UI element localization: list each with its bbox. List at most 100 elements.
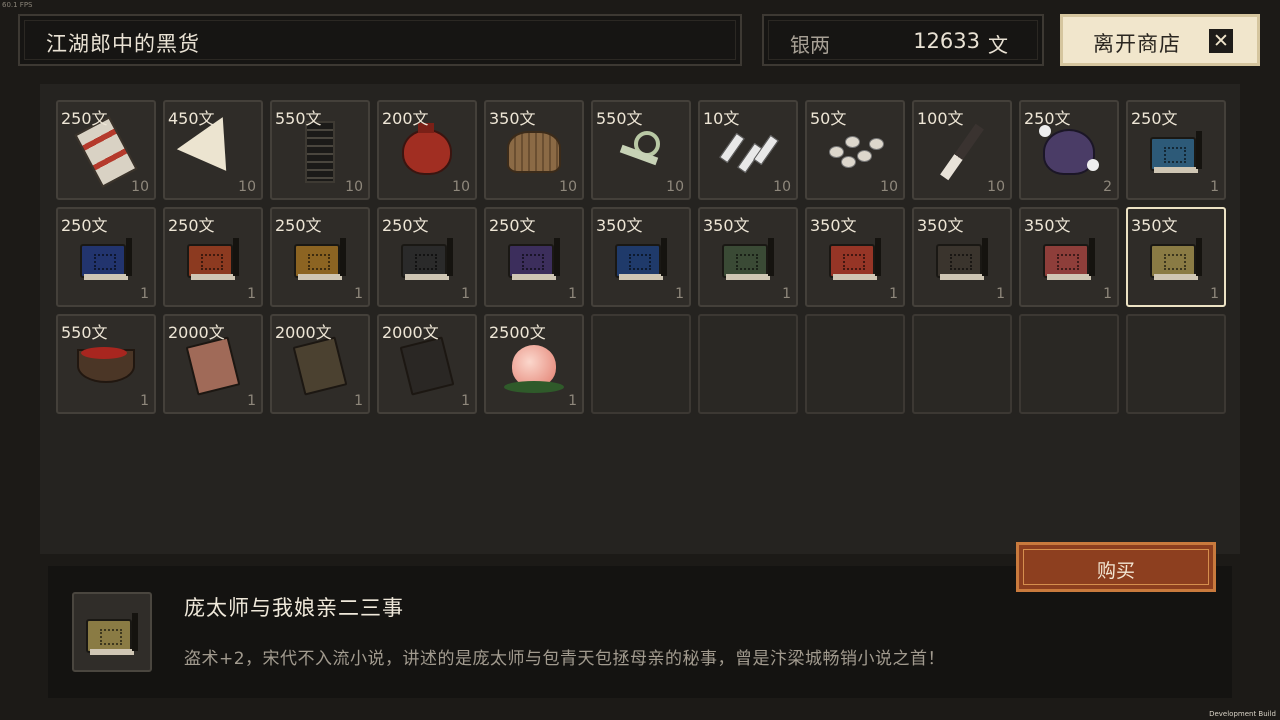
dev-build-label: Development Build <box>1209 710 1276 718</box>
item-slot[interactable]: 250文 1 <box>270 207 370 307</box>
buy-button[interactable]: 购买 <box>1016 542 1216 592</box>
book-icon <box>187 237 239 280</box>
item-price: 200文 <box>382 109 429 128</box>
item-slot[interactable]: 100文 10 <box>912 100 1012 200</box>
item-price: 350文 <box>1024 216 1071 235</box>
item-slot[interactable]: 550文 10 <box>270 100 370 200</box>
peach-icon <box>504 344 564 393</box>
item-slot[interactable]: 2000文 1 <box>270 314 370 414</box>
item-quantity: 1 <box>1210 286 1219 302</box>
shop-title: 江湖郎中的黑货 <box>46 32 200 56</box>
item-slot[interactable]: 250文 1 <box>1126 100 1226 200</box>
item-slot[interactable]: 200文 10 <box>377 100 477 200</box>
item-price: 250文 <box>61 216 108 235</box>
item-slot[interactable]: 2000文 1 <box>377 314 477 414</box>
detail-item-description: 盗术+2，宋代不入流小说，讲述的是庞太师与包青天包拯母亲的秘事，曾是汴梁城畅销小… <box>184 649 946 669</box>
item-slot[interactable]: 250文 1 <box>377 207 477 307</box>
item-quantity: 10 <box>559 179 577 195</box>
item-price: 250文 <box>489 216 536 235</box>
book-icon <box>1150 237 1202 280</box>
bowl-icon <box>77 346 135 383</box>
item-quantity: 1 <box>1210 179 1219 195</box>
empty-slot <box>805 314 905 414</box>
shop-title-bar: 江湖郎中的黑货 <box>18 14 742 66</box>
item-quantity: 1 <box>461 286 470 302</box>
item-price: 250文 <box>1131 109 1178 128</box>
detail-item-icon-box <box>72 592 152 672</box>
item-quantity: 10 <box>987 179 1005 195</box>
whip-icon <box>616 127 666 177</box>
pebbles-icon <box>827 134 884 170</box>
silver-display: 银两 12633 文 <box>762 14 1044 66</box>
item-price: 250文 <box>1024 109 1071 128</box>
item-quantity: 1 <box>247 393 256 409</box>
item-slot[interactable]: 550文 1 <box>56 314 156 414</box>
item-slot[interactable]: 350文 10 <box>484 100 584 200</box>
item-price: 100文 <box>917 109 964 128</box>
item-price: 350文 <box>917 216 964 235</box>
item-price: 550文 <box>61 323 108 342</box>
book-icon <box>1043 237 1095 280</box>
item-price: 2000文 <box>275 323 332 342</box>
item-price: 250文 <box>168 216 215 235</box>
item-quantity: 1 <box>354 286 363 302</box>
basket-icon <box>507 130 561 173</box>
item-price: 250文 <box>275 216 322 235</box>
item-slot[interactable]: 250文 10 <box>56 100 156 200</box>
item-quantity: 1 <box>247 286 256 302</box>
item-slot[interactable]: 250文 2 <box>1019 100 1119 200</box>
item-price: 250文 <box>382 216 429 235</box>
close-icon[interactable]: ✕ <box>1209 29 1233 53</box>
book-icon <box>401 237 453 280</box>
item-slot[interactable]: 2500文 1 <box>484 314 584 414</box>
item-quantity: 1 <box>140 286 149 302</box>
item-price: 350文 <box>810 216 857 235</box>
item-quantity: 1 <box>568 393 577 409</box>
item-quantity: 10 <box>666 179 684 195</box>
item-slot[interactable]: 250文 1 <box>484 207 584 307</box>
item-price: 350文 <box>489 109 536 128</box>
item-slot[interactable]: 350文 1 <box>698 207 798 307</box>
item-quantity: 10 <box>238 179 256 195</box>
item-price: 550文 <box>275 109 322 128</box>
item-quantity: 1 <box>568 286 577 302</box>
silver-amount: 12633 <box>913 29 980 53</box>
item-quantity: 10 <box>773 179 791 195</box>
silver-unit: 文 <box>988 33 1008 57</box>
item-slot[interactable]: 550文 10 <box>591 100 691 200</box>
item-slot[interactable]: 350文 1 <box>1126 207 1226 307</box>
item-slot[interactable]: 350文 1 <box>912 207 1012 307</box>
item-slot[interactable]: 50文 10 <box>805 100 905 200</box>
pouch-icon <box>402 122 452 175</box>
item-price: 350文 <box>596 216 643 235</box>
leave-shop-label: 离开商店 <box>1093 32 1181 56</box>
item-quantity: 10 <box>345 179 363 195</box>
silver-label: 银两 <box>790 33 830 57</box>
item-slot[interactable]: 350文 1 <box>805 207 905 307</box>
book-icon <box>829 237 881 280</box>
item-price: 2000文 <box>168 323 225 342</box>
leave-shop-button[interactable]: 离开商店 ✕ <box>1060 14 1260 66</box>
item-slot[interactable]: 350文 1 <box>591 207 691 307</box>
item-slot[interactable]: 10文 10 <box>698 100 798 200</box>
empty-slot <box>912 314 1012 414</box>
item-price: 2000文 <box>382 323 439 342</box>
item-price: 550文 <box>596 109 643 128</box>
item-price: 50文 <box>810 109 847 128</box>
empty-slot <box>1019 314 1119 414</box>
book-icon <box>936 237 988 280</box>
item-grid-panel: 250文 10 450文 10 550文 10 200文 10 350文 10 550文 10 10文 1… <box>40 84 1240 554</box>
item-quantity: 1 <box>140 393 149 409</box>
item-slot[interactable]: 250文 1 <box>163 207 263 307</box>
brush-icon <box>940 123 984 181</box>
item-slot[interactable]: 350文 1 <box>1019 207 1119 307</box>
item-price: 10文 <box>703 109 740 128</box>
item-quantity: 10 <box>880 179 898 195</box>
item-slot[interactable]: 250文 1 <box>56 207 156 307</box>
item-slot[interactable]: 2000文 1 <box>163 314 263 414</box>
tablet-icon <box>305 120 335 183</box>
item-slot[interactable]: 450文 10 <box>163 100 263 200</box>
item-quantity: 1 <box>675 286 684 302</box>
book-icon <box>294 237 346 280</box>
empty-slot <box>591 314 691 414</box>
